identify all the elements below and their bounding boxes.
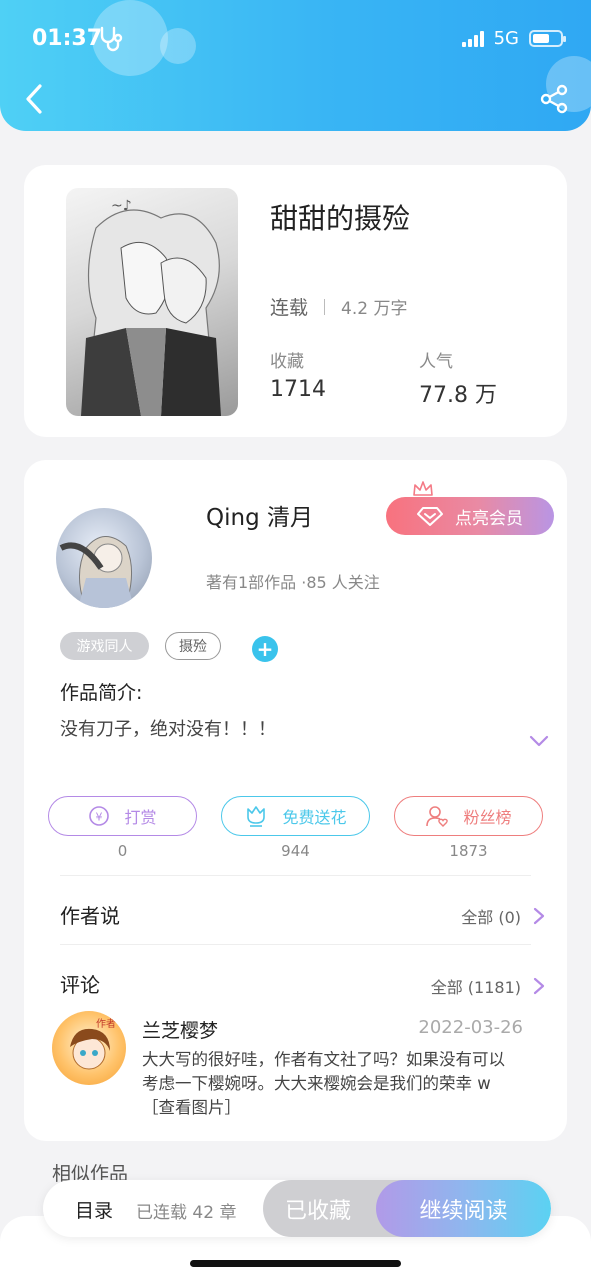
commenter-avatar[interactable]: 作者 [52, 1011, 126, 1085]
popularity-value: 77.8 万 [419, 383, 497, 408]
author-name[interactable]: Qing 清月 [206, 498, 313, 532]
back-arrow-icon[interactable] [22, 82, 46, 116]
chapter-count[interactable]: 已连载 42 章 [136, 1198, 236, 1223]
author-meta: 著有1部作品 ·85 人关注 [206, 573, 380, 592]
fan-count: 1873 [449, 842, 488, 860]
signal-icon [461, 30, 484, 47]
book-cover-image[interactable]: ~♪ [66, 188, 238, 416]
status-divider [324, 298, 326, 315]
flower-icon [247, 806, 266, 827]
tip-count: 0 [117, 842, 128, 860]
author-says-title: 作者说 [60, 904, 120, 928]
bottom-action-bar: 目录 已连载 42 章 已收藏 继续阅读 [43, 1180, 551, 1237]
divider [60, 944, 531, 945]
author-detail-card: Qing 清月 著有1部作品 ·85 人关注 点亮会员 游戏同人 摄殓 + 作品… [24, 460, 567, 1141]
author-badge: 作者 [96, 1018, 116, 1030]
author-avatar[interactable] [56, 508, 152, 608]
author-says-more[interactable]: 全部 (0) [461, 904, 545, 928]
chevron-right-icon [533, 977, 545, 995]
tag-item[interactable]: 摄殓 [165, 632, 221, 660]
divider [60, 875, 531, 876]
decor-bubble [160, 28, 196, 64]
flower-count: 944 [281, 842, 310, 860]
author-says-count: 全部 (0) [461, 908, 521, 927]
battery-icon [529, 30, 566, 47]
fan-ranking-label: 粉丝榜 [463, 808, 512, 827]
tip-button[interactable]: ¥ 打赏 [48, 796, 197, 836]
top-header: 01:37 5G [0, 0, 591, 131]
send-flower-label: 免费送花 [282, 808, 347, 827]
chevron-down-icon[interactable] [529, 734, 549, 748]
diamond-icon [417, 507, 443, 526]
send-flower-button[interactable]: 免费送花 [221, 796, 370, 836]
network-label: 5G [493, 28, 519, 49]
chevron-right-icon [533, 907, 545, 925]
add-tag-button[interactable]: + [252, 636, 278, 662]
popularity-label: 人气 [419, 352, 453, 372]
comment-username[interactable]: 兰芝樱梦 [142, 1016, 218, 1043]
status-indicators: 5G [461, 28, 566, 49]
comments-title: 评论 [60, 973, 100, 997]
serial-status: 连载 [270, 297, 309, 319]
share-icon[interactable] [539, 84, 569, 114]
intro-label: 作品简介: [60, 682, 143, 704]
comments-count: 全部 (1181) [430, 978, 521, 997]
comments-more[interactable]: 全部 (1181) [431, 974, 545, 998]
crown-icon [413, 481, 433, 496]
book-status-line: 连载 4.2 万字 [270, 293, 407, 320]
vip-button-label: 点亮会员 [455, 508, 523, 529]
svg-text:¥: ¥ [96, 811, 103, 824]
svg-text:~♪: ~♪ [111, 198, 132, 214]
comment-date: 2022-03-26 [418, 1017, 523, 1038]
book-info-card: ~♪ 甜甜的摄殓 连载 4.2 万字 收藏 1714 人气 77.8 万 [24, 165, 567, 437]
status-time: 01:37 [32, 26, 103, 51]
continue-reading-label: 继续阅读 [419, 1198, 508, 1224]
comment-text[interactable]: 大大写的很好哇，作者有文社了吗？如果没有可以考虑一下樱婉呀。大大来樱婉会是我们的… [142, 1048, 514, 1120]
collected-label: 已收藏 [284, 1198, 351, 1224]
continue-reading-button[interactable]: 继续阅读 [376, 1180, 551, 1237]
fan-ranking-button[interactable]: 粉丝榜 [394, 796, 543, 836]
home-indicator [190, 1260, 401, 1267]
user-heart-icon [426, 806, 449, 827]
toc-button[interactable]: 目录 [75, 1196, 113, 1223]
stethoscope-icon [100, 26, 123, 52]
word-count: 4.2 万字 [341, 299, 408, 319]
vip-button[interactable]: 点亮会员 [386, 497, 554, 535]
book-title: 甜甜的摄殓 [270, 202, 411, 235]
favorites-value: 1714 [270, 377, 326, 402]
tip-button-label: 打赏 [124, 808, 157, 827]
intro-text: 没有刀子，绝对没有！！！ [60, 719, 276, 740]
favorites-label: 收藏 [270, 352, 304, 372]
yen-coin-icon: ¥ [89, 806, 110, 826]
tag-item[interactable]: 游戏同人 [60, 632, 149, 660]
